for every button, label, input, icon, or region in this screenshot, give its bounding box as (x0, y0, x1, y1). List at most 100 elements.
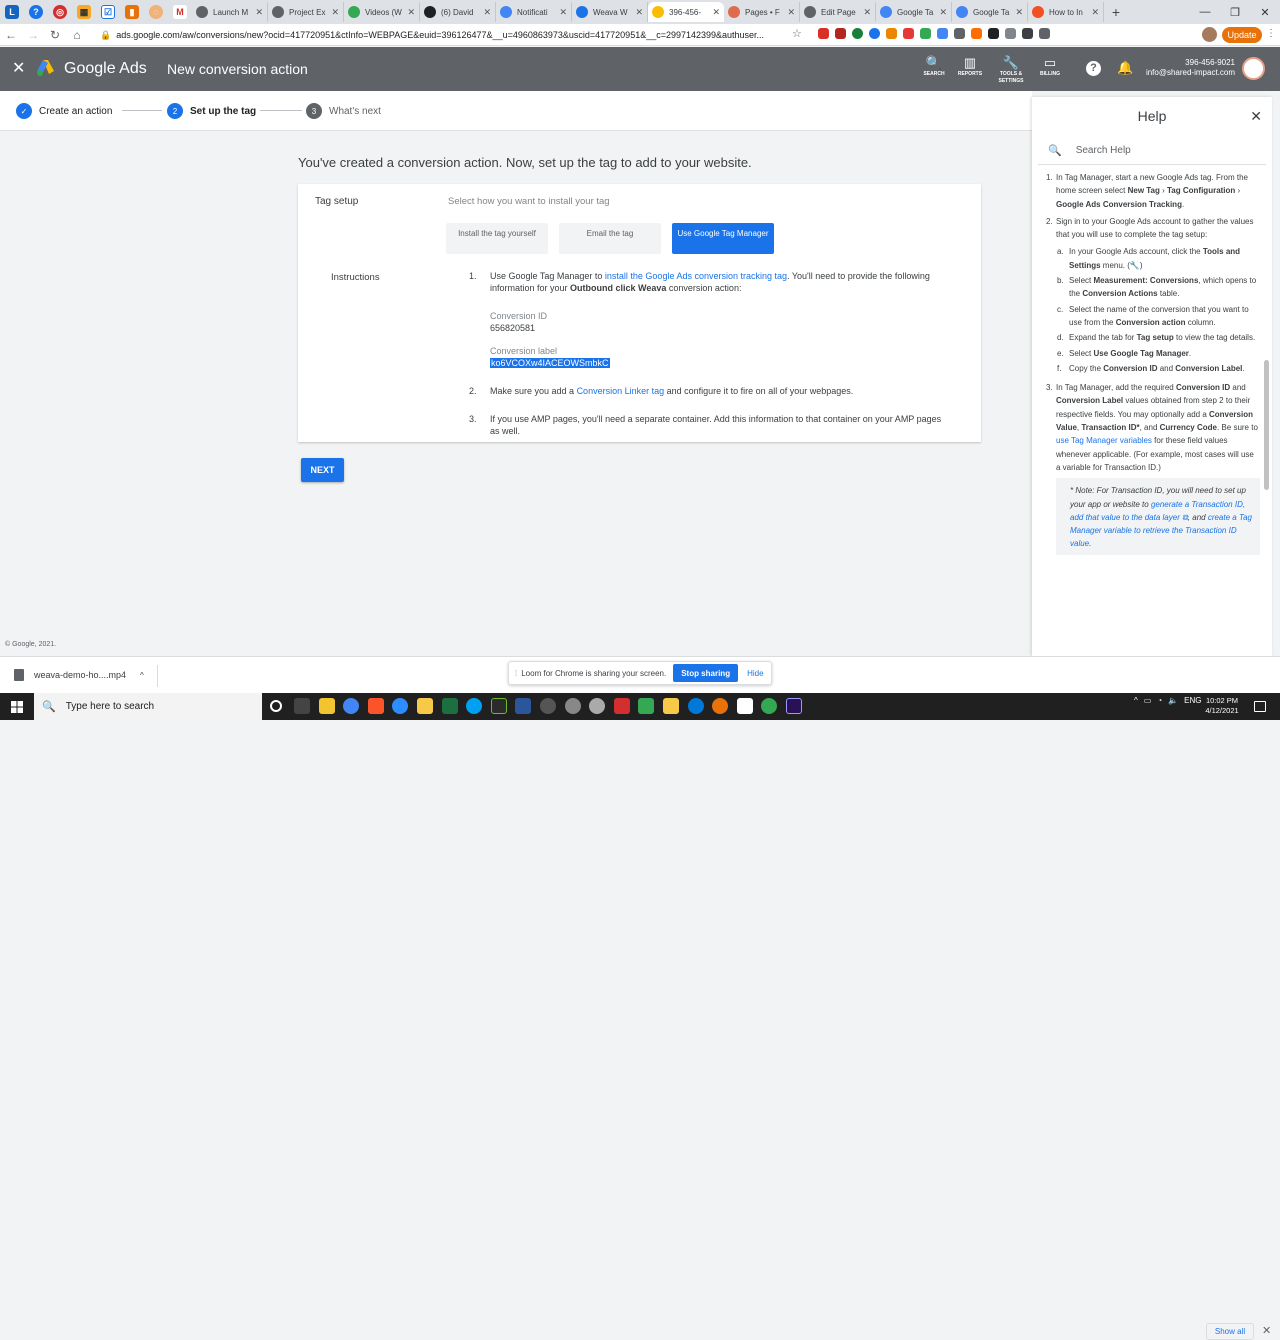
url-field[interactable]: 🔒 ads.google.com/aw/conversions/new?ocid=… (100, 27, 790, 43)
extension-icon[interactable] (1005, 28, 1016, 39)
extension-icon[interactable] (988, 28, 999, 39)
chrome-icon[interactable] (343, 698, 360, 714)
browser-tab[interactable]: Weava W ✕ (572, 2, 648, 22)
cortana-icon[interactable] (270, 700, 282, 712)
close-icon[interactable]: ✕ (12, 58, 25, 78)
stop-sharing-button[interactable]: Stop sharing (673, 664, 739, 682)
extension-icon[interactable] (869, 28, 880, 39)
close-tab-icon[interactable]: ✕ (635, 7, 643, 18)
notion-icon[interactable] (736, 698, 753, 714)
minimize-icon[interactable]: — (1190, 6, 1220, 18)
app-icon[interactable] (761, 698, 778, 714)
acrobat-icon[interactable] (613, 698, 630, 714)
install-tracking-tag-link[interactable]: install the Google Ads conversion tracki… (605, 271, 787, 281)
search-nav-button[interactable]: 🔍 SEARCH (916, 55, 952, 78)
step-create-action[interactable]: ✓ Create an action (16, 103, 112, 119)
step-set-up-tag[interactable]: 2 Set up the tag (167, 103, 256, 119)
email-tag-option[interactable]: Email the tag (559, 223, 661, 254)
account-info[interactable]: 396-456-9021 info@shared-impact.com (1140, 58, 1235, 78)
extension-icon[interactable] (818, 28, 829, 39)
reports-nav-button[interactable]: ▥ REPORTS (952, 55, 988, 78)
system-clock[interactable]: 10:02 PM 4/12/2021 (1204, 696, 1240, 716)
close-tab-icon[interactable]: ✕ (712, 7, 720, 18)
conversion-label-value[interactable]: ko6VCOXw4IACEOWSmbkC (490, 358, 610, 368)
chevron-up-icon[interactable]: ^ (140, 671, 144, 680)
chevron-up-icon[interactable]: ^ (1134, 696, 1138, 705)
extension-icon[interactable] (886, 28, 897, 39)
maximize-icon[interactable]: ❐ (1220, 6, 1250, 19)
skype-icon[interactable] (466, 698, 483, 714)
browser-tab[interactable]: Project Ex ✕ (268, 2, 344, 22)
help-icon[interactable]: ? (1086, 61, 1101, 76)
close-tab-icon[interactable]: ✕ (787, 7, 795, 18)
hide-button[interactable]: Hide (747, 669, 763, 678)
close-tab-icon[interactable]: ✕ (331, 7, 339, 18)
volume-icon[interactable]: 🔈 (1168, 696, 1178, 705)
wifi-icon[interactable]: ◔ (1157, 696, 1162, 705)
billing-nav-button[interactable]: ▭ BILLING (1032, 55, 1068, 78)
pinned-tab-icon[interactable]: ▦ (77, 5, 91, 19)
app-icon[interactable] (416, 698, 433, 714)
extension-icon[interactable] (954, 28, 965, 39)
close-tab-icon[interactable]: ✕ (939, 7, 947, 18)
app-icon[interactable] (564, 698, 581, 714)
browser-tab[interactable]: Notificati ✕ (496, 2, 572, 22)
profile-avatar[interactable] (1202, 27, 1217, 42)
browser-tab[interactable]: Pages • F ✕ (724, 2, 800, 22)
browser-tab[interactable]: Videos (W ✕ (344, 2, 420, 22)
puzzle-extensions-icon[interactable] (1022, 28, 1033, 39)
browser-tab[interactable]: Google Ta ✕ (876, 2, 952, 22)
edge-icon[interactable] (687, 698, 704, 714)
close-downloads-icon[interactable]: ✕ (1262, 1324, 1271, 1337)
help-search-input[interactable]: 🔍 Search Help (1038, 137, 1266, 165)
browser-tab[interactable]: How to In ✕ (1028, 2, 1104, 22)
browser-tab[interactable]: Google Ta ✕ (952, 2, 1028, 22)
account-avatar[interactable] (1242, 57, 1265, 80)
brave-icon[interactable] (367, 698, 384, 714)
zoom-icon[interactable] (392, 698, 409, 714)
extension-icon[interactable] (937, 28, 948, 39)
bookmark-star-icon[interactable]: ☆ (792, 27, 802, 40)
conversion-id-value[interactable]: 656820581 (490, 322, 946, 334)
close-tab-icon[interactable]: ✕ (1091, 7, 1099, 18)
close-tab-icon[interactable]: ✕ (407, 7, 415, 18)
close-tab-icon[interactable]: ✕ (483, 7, 491, 18)
tools-settings-nav-button[interactable]: 🔧 TOOLS & SETTINGS (993, 55, 1029, 85)
app-icon[interactable] (662, 698, 679, 714)
gmail-tab-icon[interactable]: M (173, 5, 187, 19)
tag-manager-variables-link[interactable]: use Tag Manager variables (1056, 436, 1152, 445)
close-window-icon[interactable]: ✕ (1250, 6, 1280, 19)
excel-icon[interactable] (441, 698, 458, 714)
premiere-icon[interactable] (785, 698, 802, 714)
pinned-tab-icon[interactable]: L (5, 5, 19, 19)
help-scrollbar[interactable] (1264, 360, 1269, 490)
reload-icon[interactable]: ↻ (44, 28, 66, 42)
extension-icon[interactable] (903, 28, 914, 39)
new-tab-button[interactable]: + (1104, 4, 1128, 20)
app-icon[interactable] (638, 698, 655, 714)
battery-icon[interactable]: ▭ (1144, 696, 1152, 705)
drag-handle-icon[interactable]: ⁞ (515, 669, 517, 678)
browser-tab[interactable]: 396-456- ✕ (648, 2, 724, 22)
extension-icon[interactable] (835, 28, 846, 39)
next-button[interactable]: NEXT (301, 458, 344, 482)
pinned-tab-icon[interactable]: ▮ (125, 5, 139, 19)
language-indicator[interactable]: ENG (1184, 696, 1201, 705)
notifications-bell-icon[interactable]: 🔔 (1117, 60, 1133, 76)
task-view-icon[interactable] (294, 698, 310, 714)
app-icon[interactable] (589, 698, 606, 714)
pinned-tab-icon[interactable]: ☑ (101, 5, 115, 19)
use-gtm-option[interactable]: Use Google Tag Manager (672, 223, 774, 254)
update-button[interactable]: Update (1222, 27, 1262, 43)
close-tab-icon[interactable]: ✕ (863, 7, 871, 18)
browser-tab[interactable]: (6) David ✕ (420, 2, 496, 22)
app-icon[interactable] (712, 698, 729, 714)
back-icon[interactable]: ← (0, 28, 22, 42)
extension-icon[interactable] (920, 28, 931, 39)
close-tab-icon[interactable]: ✕ (255, 7, 263, 18)
pinned-tab-icon[interactable]: ? (29, 5, 43, 19)
more-menu-icon[interactable]: ⋮ (1266, 28, 1276, 39)
show-all-button[interactable]: Show all (1206, 1323, 1254, 1340)
taskbar-search-input[interactable]: 🔍 Type here to search (34, 693, 262, 720)
file-explorer-icon[interactable] (318, 698, 335, 714)
